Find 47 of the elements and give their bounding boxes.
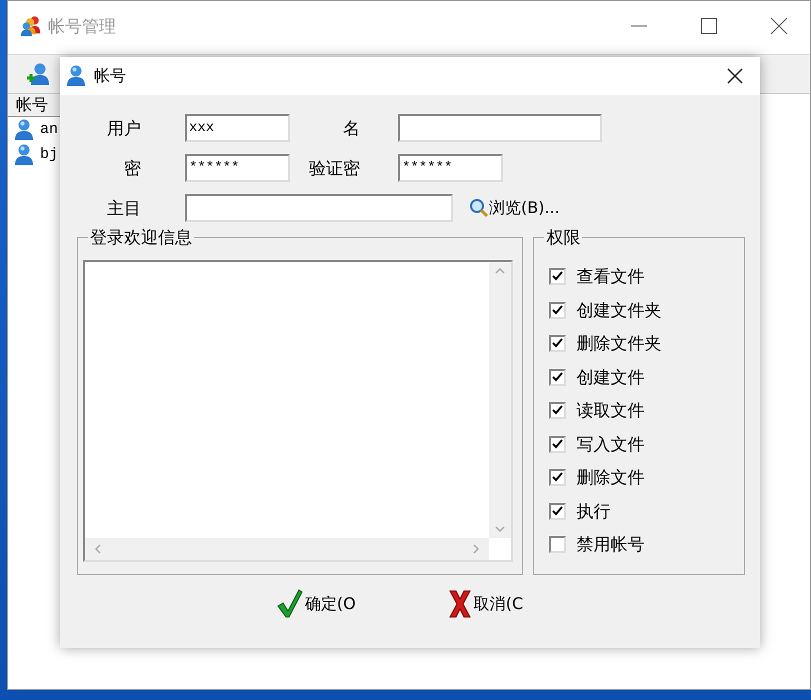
add-user-icon — [26, 62, 50, 86]
account-name[interactable]: an — [40, 121, 58, 138]
account-name[interactable]: bj — [40, 146, 58, 163]
field-label: 用户 — [106, 118, 141, 140]
checkbox-label[interactable]: 删除文件夹 — [576, 332, 662, 356]
checkbox-label[interactable]: 查看文件 — [576, 265, 644, 288]
checkbox[interactable] — [549, 302, 566, 319]
checkbox[interactable] — [549, 436, 566, 453]
checkbox-label[interactable]: 创建文件 — [576, 366, 644, 389]
users-icon — [20, 15, 42, 37]
checkbox[interactable] — [549, 368, 566, 386]
checkbox[interactable] — [549, 335, 566, 352]
field-label: 验证密 — [308, 158, 360, 180]
checkbox[interactable] — [549, 502, 566, 520]
close-icon — [770, 17, 788, 35]
horizontal-scrollbar[interactable] — [85, 538, 490, 560]
field-label: 密 — [123, 158, 141, 180]
close-icon — [726, 67, 744, 85]
checkbox[interactable] — [549, 536, 566, 554]
window-title: 帐号管理 — [48, 16, 116, 38]
checkbox-label[interactable]: 写入文件 — [576, 432, 644, 456]
browse-button[interactable]: 浏览(B)... — [469, 198, 560, 218]
checkbox[interactable] — [549, 469, 566, 486]
input-field[interactable]: ****** — [398, 154, 503, 182]
x-icon — [448, 589, 472, 619]
minimize-icon — [630, 25, 648, 27]
input-field[interactable]: xxx — [185, 114, 290, 142]
user-icon — [66, 65, 86, 87]
dialog-title: 帐号 — [94, 66, 126, 86]
checkbox-label[interactable]: 创建文件夹 — [576, 298, 662, 322]
magnifier-icon — [469, 198, 489, 218]
user-icon — [14, 118, 34, 140]
checkbox-label[interactable]: 读取文件 — [576, 399, 644, 422]
maximize-icon — [700, 17, 718, 35]
checkbox-label[interactable]: 执行 — [576, 500, 610, 523]
checkbox[interactable] — [549, 402, 566, 420]
checkbox[interactable] — [549, 268, 566, 286]
input-field[interactable] — [185, 194, 453, 222]
user-icon — [14, 144, 34, 166]
check-icon — [276, 589, 303, 619]
checkbox-label[interactable]: 禁用帐号 — [576, 533, 644, 556]
field-label: 主目 — [106, 198, 141, 220]
vertical-scrollbar[interactable] — [489, 262, 512, 538]
input-field[interactable] — [398, 114, 602, 142]
input-field[interactable]: ****** — [185, 154, 290, 182]
field-label: 名 — [342, 118, 360, 140]
checkbox-label[interactable]: 删除文件 — [576, 466, 644, 490]
